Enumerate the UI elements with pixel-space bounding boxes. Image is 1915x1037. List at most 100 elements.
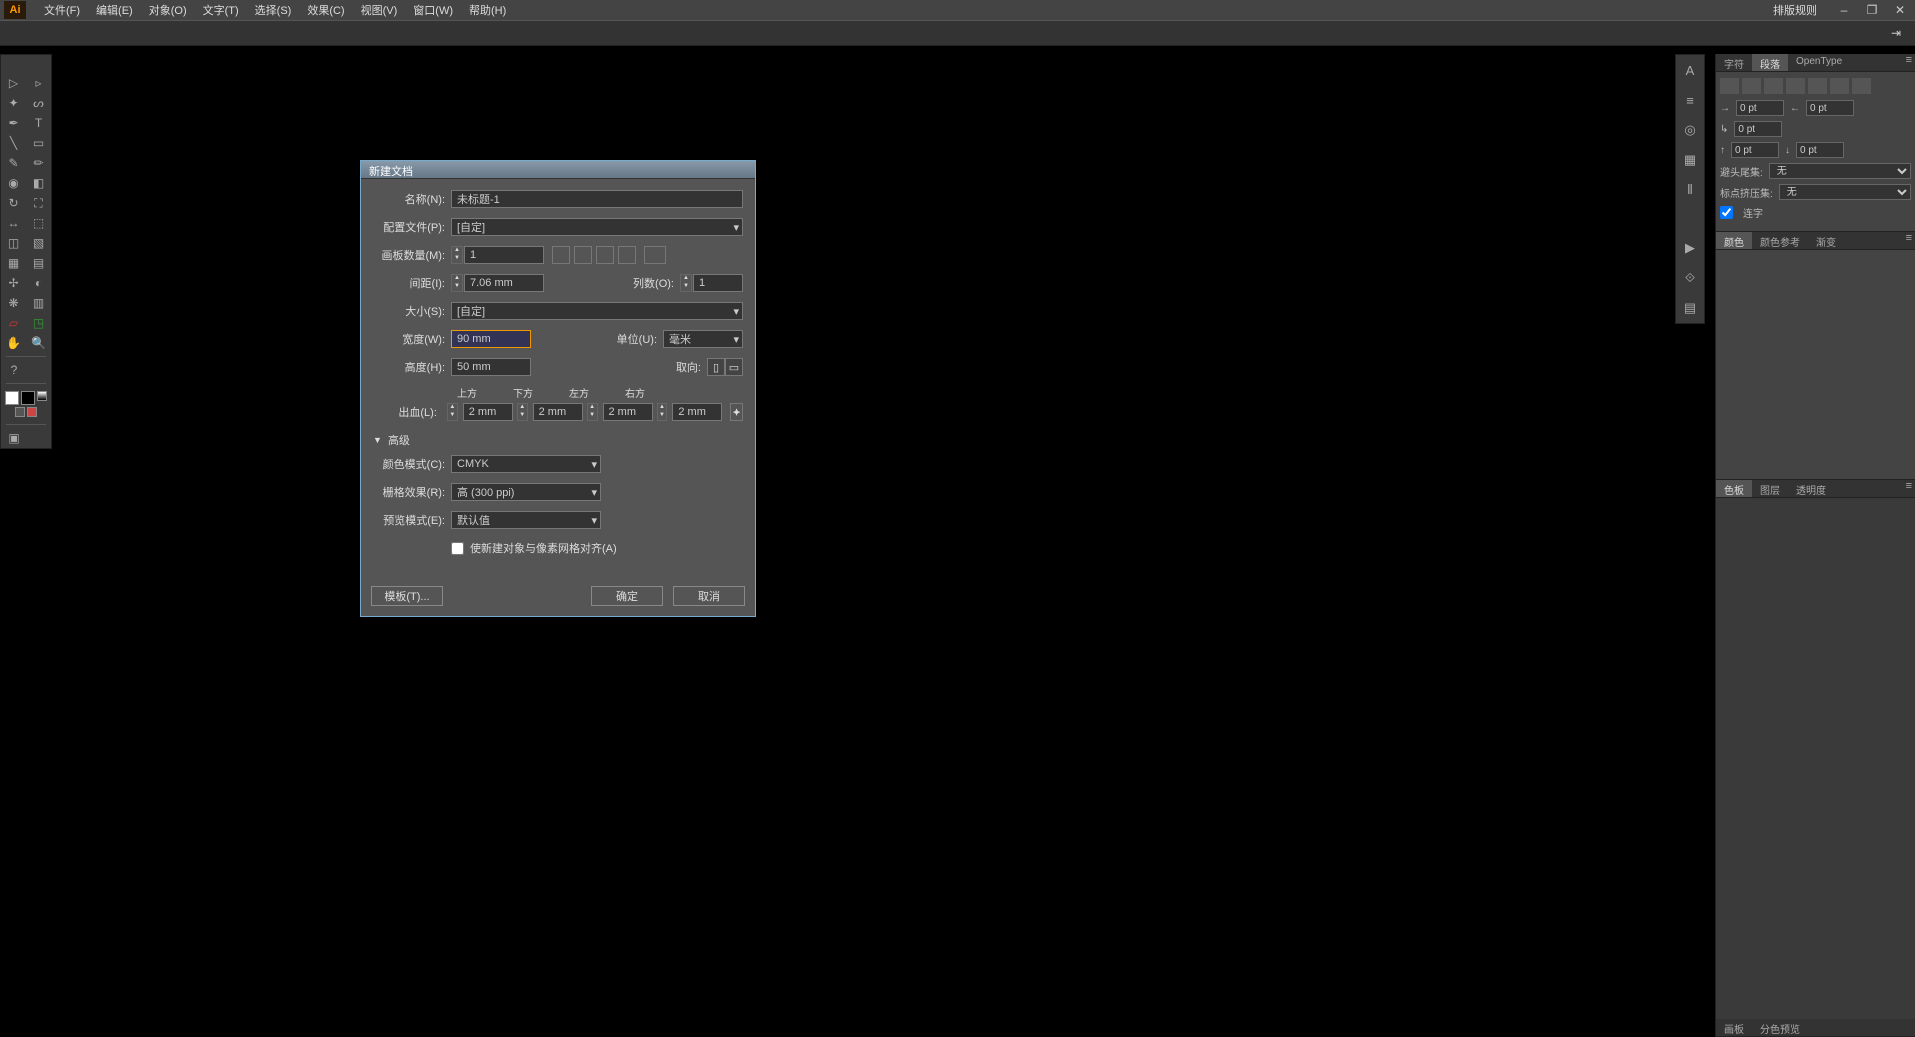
ok-button[interactable]: 确定 [591,586,663,606]
units-select[interactable]: 毫米▾ [663,330,743,348]
paintbrush-tool[interactable]: ✎ [1,153,26,173]
arrange-row-button[interactable] [596,246,614,264]
zoom-tool[interactable]: 🔍 [26,333,51,353]
tab-artboards[interactable]: 画板 [1716,1019,1752,1036]
rectangle-tool[interactable]: ▭ [26,133,51,153]
type-tool[interactable]: T [26,113,51,133]
spacing-spinner[interactable]: ▲▼ [451,274,463,292]
restore-button[interactable]: ❐ [1863,3,1881,17]
perspective-tool[interactable]: ▧ [26,233,51,253]
justify-right-button[interactable] [1830,78,1849,94]
direct-selection-tool[interactable]: ▹ [26,73,51,93]
help-tool[interactable]: ? [1,360,27,380]
spacing-input[interactable] [464,274,544,292]
right-indent-input[interactable] [1806,100,1854,116]
justify-left-button[interactable] [1786,78,1805,94]
pencil-tool[interactable]: ✏ [26,153,51,173]
align-right-button[interactable] [1764,78,1783,94]
stroke-swatch[interactable] [21,391,35,405]
libraries-panel-icon[interactable]: ▤ [1676,293,1704,323]
screen-mode-button[interactable]: ▣ [1,428,27,448]
menu-type[interactable]: 文字(T) [195,0,247,20]
menu-select[interactable]: 选择(S) [247,0,300,20]
left-indent-input[interactable] [1736,100,1784,116]
blob-brush-tool[interactable]: ◉ [1,173,26,193]
rotate-tool[interactable]: ↻ [1,193,26,213]
scale-tool[interactable]: ⛶ [26,193,51,213]
arrange-grid-row-button[interactable] [552,246,570,264]
magic-wand-tool[interactable]: ✦ [1,93,26,113]
close-button[interactable]: ✕ [1891,3,1909,17]
gradient-swatch[interactable] [37,391,47,401]
width-input[interactable] [451,330,531,348]
actions-panel-icon[interactable]: ▶ [1676,233,1704,263]
pen-tool[interactable]: ✒ [1,113,26,133]
controlbar-collapse-icon[interactable]: ⇥ [1887,26,1905,40]
tab-gradient[interactable]: 渐变 [1808,232,1844,249]
menu-edit[interactable]: 编辑(E) [88,0,141,20]
width-tool[interactable]: ↔ [1,213,26,233]
mojikumi-select[interactable]: 无 [1779,184,1911,200]
swatches-panel-menu-icon[interactable]: ≡ [1903,480,1915,497]
tab-color[interactable]: 颜色 [1716,232,1752,249]
color-swatch[interactable] [27,407,37,417]
graphic-styles-icon[interactable]: ▦ [1676,145,1704,175]
space-after-input[interactable] [1796,142,1844,158]
menu-view[interactable]: 视图(V) [353,0,406,20]
arrange-grid-col-button[interactable] [574,246,592,264]
tab-paragraph[interactable]: 段落 [1752,54,1788,71]
bleed-right-spinner[interactable]: ▲▼ [657,403,668,421]
landscape-button[interactable]: ▭ [725,358,743,376]
hand-tool[interactable]: ✋ [1,333,26,353]
tab-swatches[interactable]: 色板 [1716,480,1752,497]
space-before-input[interactable] [1731,142,1779,158]
columns-spinner[interactable]: ▲▼ [680,274,692,292]
align-center-button[interactable] [1742,78,1761,94]
tab-transparency[interactable]: 透明度 [1788,480,1834,497]
arrange-direction-button[interactable] [644,246,666,264]
appearance-panel-icon[interactable]: ◎ [1676,115,1704,145]
selection-tool[interactable]: ▷ [1,73,26,93]
bleed-top-spinner[interactable]: ▲▼ [447,403,458,421]
template-button[interactable]: 模板(T)... [371,586,443,606]
paragraph-panel-icon[interactable]: ≡ [1676,85,1704,115]
hyphenate-checkbox[interactable] [1720,206,1733,219]
shape-builder-tool[interactable]: ◫ [1,233,26,253]
menu-layout-rules[interactable]: 排版规则 [1765,0,1825,20]
menu-object[interactable]: 对象(O) [141,0,195,20]
preview-select[interactable]: 默认值▾ [451,511,601,529]
minimize-button[interactable]: – [1835,3,1853,17]
eyedropper-tool[interactable]: ✢ [1,273,26,293]
tab-color-guide[interactable]: 颜色参考 [1752,232,1808,249]
none-swatch[interactable] [15,407,25,417]
free-transform-tool[interactable]: ⬚ [26,213,51,233]
advanced-section-header[interactable]: ▼ 高级 [373,432,743,448]
pixelgrid-checkbox[interactable] [451,542,464,555]
arrange-col-button[interactable] [618,246,636,264]
cancel-button[interactable]: 取消 [673,586,745,606]
first-line-indent-input[interactable] [1734,121,1782,137]
slice-tool[interactable]: ◳ [26,313,51,333]
symbol-sprayer-tool[interactable]: ❋ [1,293,26,313]
name-input[interactable] [451,190,743,208]
raster-select[interactable]: 高 (300 ppi)▾ [451,483,601,501]
kinsoku-select[interactable]: 无 [1769,163,1911,179]
align-left-button[interactable] [1720,78,1739,94]
artboards-input[interactable] [464,246,544,264]
eraser-tool[interactable]: ◧ [26,173,51,193]
color-panel-menu-icon[interactable]: ≡ [1903,232,1915,249]
graph-tool[interactable]: ▥ [26,293,51,313]
menu-file[interactable]: 文件(F) [36,0,88,20]
height-input[interactable] [451,358,531,376]
tab-layers[interactable]: 图层 [1752,480,1788,497]
menu-effect[interactable]: 效果(C) [299,0,352,20]
mesh-tool[interactable]: ▦ [1,253,26,273]
line-tool[interactable]: ╲ [1,133,26,153]
align-panel-icon[interactable]: ⫴ [1676,175,1704,205]
panel-menu-icon[interactable]: ≡ [1903,54,1915,71]
bleed-left-spinner[interactable]: ▲▼ [587,403,598,421]
columns-input[interactable] [693,274,743,292]
profile-select[interactable]: [自定]▾ [451,218,743,236]
tab-sep-preview[interactable]: 分色预览 [1752,1019,1808,1036]
justify-center-button[interactable] [1808,78,1827,94]
